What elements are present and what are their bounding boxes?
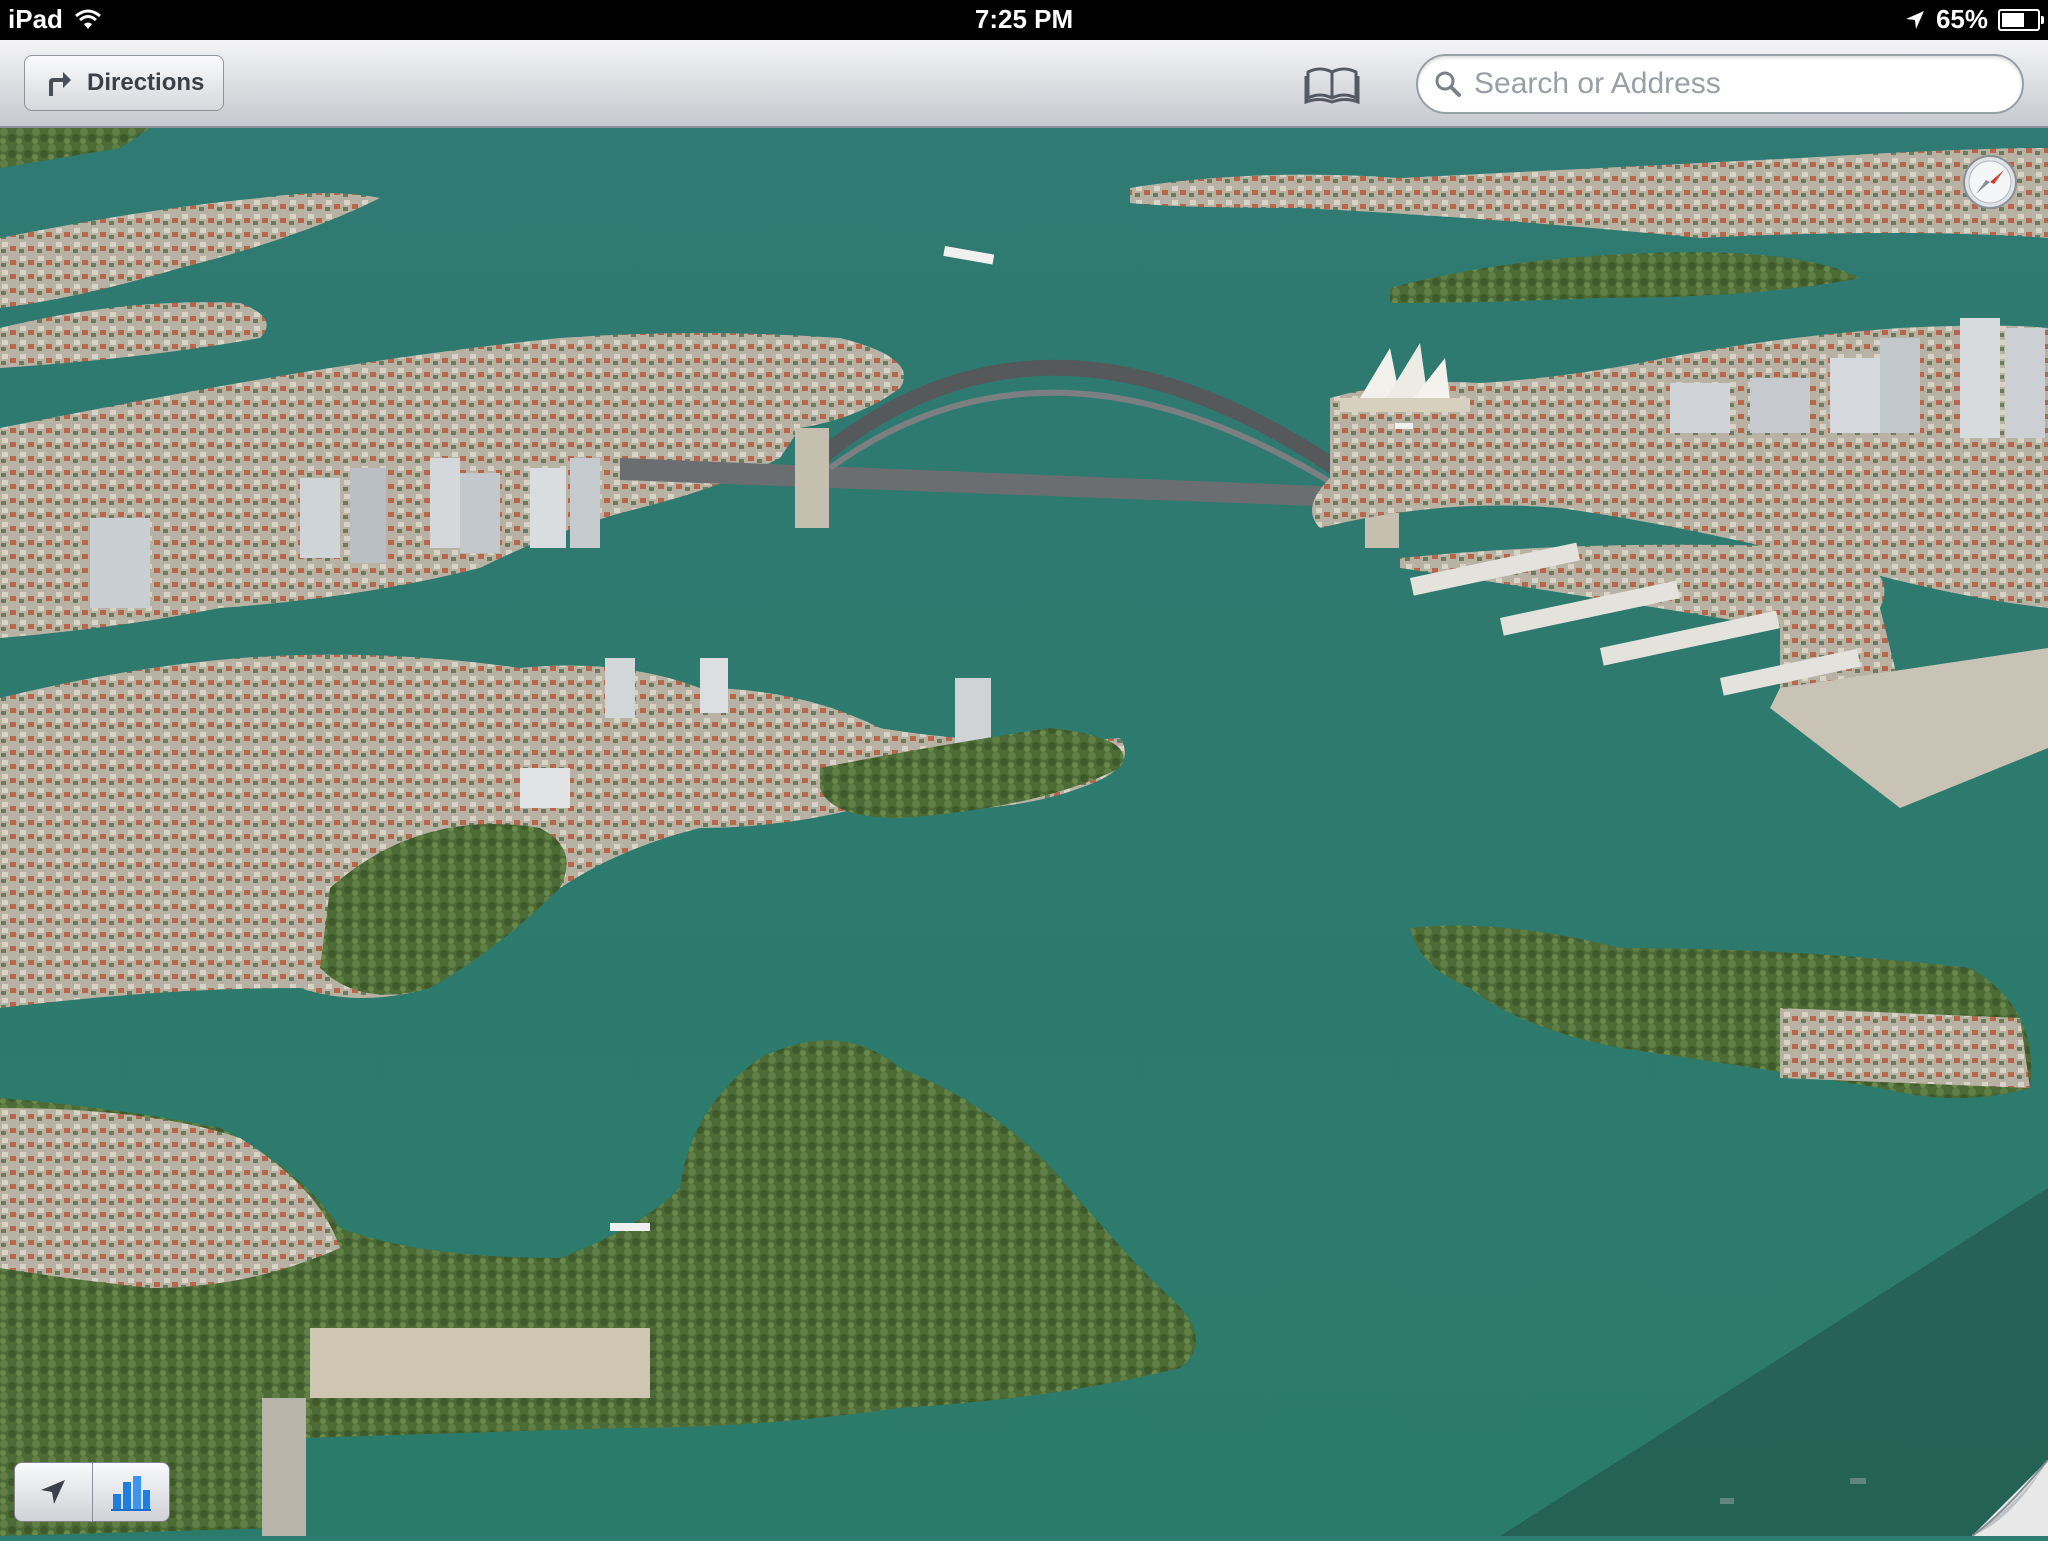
battery-icon [1998,8,2044,31]
satellite-map[interactable] [0,128,2048,1536]
battery-fill [2002,12,2025,27]
map-controls [14,1462,170,1522]
compass-icon [1963,155,2017,209]
bookmarks-button[interactable] [1304,64,1360,105]
page-curl-icon [1971,1459,2048,1537]
directions-button[interactable]: Directions [24,55,224,111]
status-right: 65% [1904,4,2044,35]
current-location-button[interactable] [15,1463,92,1521]
maps-toolbar: Directions [0,40,2048,128]
turn-right-arrow-icon [49,72,71,96]
3d-buildings-icon [110,1476,151,1511]
map-view[interactable] [0,128,2048,1536]
search-field[interactable] [1416,54,2024,114]
compass-button[interactable] [1962,154,2018,210]
open-book-icon [1304,67,1360,105]
ferry-pier [262,1398,306,1536]
battery-percent: 65% [1935,4,1988,34]
status-time: 7:25 PM [974,4,1074,34]
taronga-wharf [310,1328,650,1398]
land-garden-island-naval [1780,1008,2030,1088]
status-bar: iPad 7:25 PM 65% [0,0,2048,40]
directions-label: Directions [87,69,205,96]
location-services-icon [1905,10,1924,29]
search-input[interactable] [1472,66,1996,102]
magnifier-icon [1435,71,1461,97]
page-curl-button[interactable] [1971,1459,2048,1537]
3d-buildings-button[interactable] [91,1463,170,1521]
location-arrow-icon [41,1480,66,1504]
